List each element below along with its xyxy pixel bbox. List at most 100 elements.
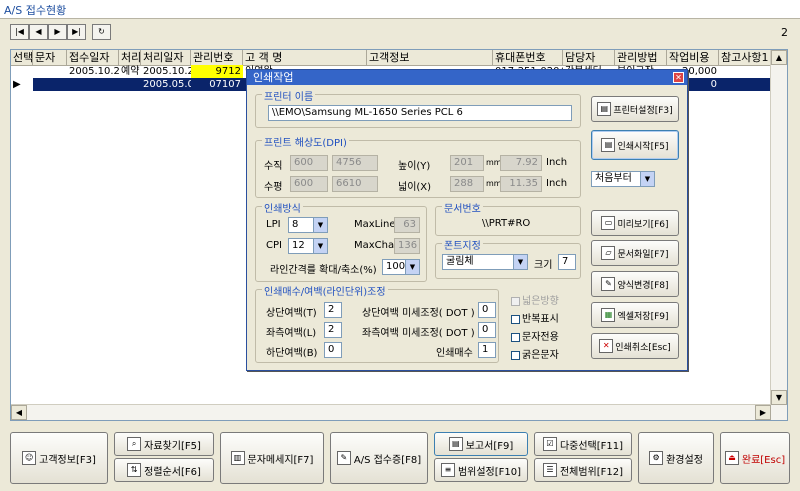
print-method-label: 인쇄방식 xyxy=(262,200,303,215)
full-range-button[interactable]: ☰ 전체범위[F12] xyxy=(534,458,632,482)
form-change-button[interactable]: ✎ 양식변경[F8] xyxy=(591,271,679,297)
line-spacing-select[interactable]: 100 ▼ xyxy=(382,259,420,275)
column-header[interactable]: 고객정보 xyxy=(367,50,493,65)
printer-setup-button[interactable]: ▤ 프린터설정[F3] xyxy=(591,96,679,122)
preview-button[interactable]: ▭ 미리보기[F6] xyxy=(591,210,679,236)
left-margin-label: 좌측여백(L) xyxy=(266,328,317,339)
column-header[interactable]: 처리일자 xyxy=(141,50,191,65)
gear-icon: ⚙ xyxy=(649,451,664,465)
printer-name-field[interactable]: \\EMO\Samsung ML-1650 Series PCL 6 xyxy=(268,105,572,121)
print-cancel-label: 인쇄취소[Esc] xyxy=(615,342,671,353)
printer-icon: ▤ xyxy=(601,138,616,152)
scroll-down-icon[interactable]: ▼ xyxy=(771,390,787,405)
excel-save-button[interactable]: ▦ 엑셀저장[F9] xyxy=(591,302,679,328)
top-fine-field[interactable]: 0 xyxy=(478,302,496,318)
bold-text-checkbox[interactable]: 굵은문자 xyxy=(511,346,559,361)
range-icon: ≡ xyxy=(440,463,455,477)
column-header[interactable]: 처리 xyxy=(119,50,141,65)
sms-message-button[interactable]: ▥ 문자메세지[F7] xyxy=(220,432,324,484)
customer-info-button[interactable]: ☺ 고객정보[F3] xyxy=(10,432,108,484)
last-record-button[interactable]: ▶| xyxy=(67,24,86,40)
cell-manage-no: 07107 xyxy=(209,79,241,90)
print-method-group: 인쇄방식 LPI 8 ▼ MaxLine 63 CPI 12 ▼ MaxChar 1… xyxy=(255,200,427,282)
row-pointer-icon: ▶ xyxy=(11,78,33,91)
lpi-select[interactable]: 8 ▼ xyxy=(288,217,328,233)
sort-order-button[interactable]: ⇅ 정렬순서[F6] xyxy=(114,458,214,482)
print-start-label: 인쇄시작[F5] xyxy=(617,141,669,152)
find-data-button[interactable]: ⌕ 자료찾기[F5] xyxy=(114,432,214,456)
refresh-button[interactable]: ↻ xyxy=(92,24,111,40)
text-only-checkbox[interactable]: 문자전용 xyxy=(511,328,559,343)
height-mm-field: 201 xyxy=(450,155,484,171)
horizontal-units-field: 6610 xyxy=(332,176,378,192)
repeat-display-checkbox[interactable]: 반복표시 xyxy=(511,310,559,325)
maxline-label: MaxLine xyxy=(354,219,396,230)
done-label: 완료[Esc] xyxy=(741,454,786,466)
multi-select-button[interactable]: ☑ 다중선택[F11] xyxy=(534,432,632,456)
excel-save-label: 엑셀저장[F9] xyxy=(617,311,669,322)
first-record-button[interactable]: |◀ xyxy=(10,24,29,40)
horizontal-scrollbar[interactable]: ◀ ▶ xyxy=(11,404,771,420)
column-header[interactable]: 참고사항1 xyxy=(719,50,771,65)
chevron-down-icon: ▼ xyxy=(405,260,419,274)
printer-icon: ▤ xyxy=(597,102,612,116)
env-setting-label: 환경설정 xyxy=(666,454,703,466)
doc-file-button[interactable]: ▱ 문서화일[F7] xyxy=(591,240,679,266)
lpi-value: 8 xyxy=(292,219,299,230)
font-select[interactable]: 굴림체 ▼ xyxy=(442,254,528,270)
column-header[interactable]: 관리방법 xyxy=(615,50,667,65)
scroll-right-icon[interactable]: ▶ xyxy=(755,405,771,420)
column-header[interactable]: 접수일자 xyxy=(67,50,119,65)
sms-message-label: 문자메세지[F7] xyxy=(247,454,314,466)
checkbox-box xyxy=(511,314,520,324)
column-header[interactable]: 문자 xyxy=(33,50,67,65)
full-range-label: 전체범위[F12] xyxy=(559,466,624,478)
column-header[interactable]: 담당자 xyxy=(563,50,615,65)
left-fine-field[interactable]: 0 xyxy=(478,322,496,338)
range-setting-button[interactable]: ≡ 범위설정[F10] xyxy=(434,458,528,482)
report-button[interactable]: ▤ 보고서[F9] xyxy=(434,432,528,456)
signal-icon: ▥ xyxy=(230,451,245,465)
text-only-label: 문자전용 xyxy=(522,332,559,343)
prev-record-button[interactable]: ◀ xyxy=(29,24,48,40)
cell-proc-date: 2005.05.09 xyxy=(143,79,191,90)
width-inch-field: 11.35 xyxy=(500,176,542,192)
line-spacing-label: 라인간격를 확대/축소(%) xyxy=(270,265,377,276)
print-cancel-button[interactable]: ✕ 인쇄취소[Esc] xyxy=(591,333,679,359)
left-fine-label: 좌측여백 미세조정( DOT ) xyxy=(362,328,475,339)
font-size-field[interactable]: 7 xyxy=(558,254,576,270)
chevron-down-icon: ▼ xyxy=(513,255,527,269)
sort-order-label: 정렬순서[F6] xyxy=(144,466,201,478)
dialog-title: 인쇄작업 xyxy=(247,70,687,85)
bottom-margin-label: 하단여백(B) xyxy=(266,348,318,359)
left-margin-field[interactable]: 2 xyxy=(324,322,342,338)
close-icon[interactable]: ✕ xyxy=(673,72,684,83)
next-record-button[interactable]: ▶ xyxy=(48,24,67,40)
window-title: A/S 접수현황 xyxy=(4,4,67,17)
column-header[interactable]: 선택 xyxy=(11,50,33,65)
column-header[interactable]: 작업비용 xyxy=(667,50,719,65)
vertical-scrollbar[interactable]: ▲ ▼ xyxy=(770,50,787,420)
scroll-left-icon[interactable]: ◀ xyxy=(11,405,27,420)
height-unit-inch: Inch xyxy=(546,157,568,168)
find-data-label: 자료찾기[F5] xyxy=(144,440,201,452)
as-receipt-button[interactable]: ✎ A/S 접수증[F8] xyxy=(330,432,428,484)
scroll-up-icon[interactable]: ▲ xyxy=(771,50,787,65)
cpi-select[interactable]: 12 ▼ xyxy=(288,238,328,254)
copies-field[interactable]: 1 xyxy=(478,342,496,358)
print-start-button[interactable]: ▤ 인쇄시작[F5] xyxy=(591,130,679,160)
dpi-group-label: 프린트 해상도(DPI) xyxy=(262,134,349,149)
column-header[interactable]: 관리번호 xyxy=(191,50,243,65)
top-margin-field[interactable]: 2 xyxy=(324,302,342,318)
bottom-toolbar: ☺ 고객정보[F3] ⌕ 자료찾기[F5] ⇅ 정렬순서[F6] ▥ 문자메세지[F7]… xyxy=(10,432,790,484)
column-header[interactable]: 휴대폰번호 xyxy=(493,50,563,65)
env-setting-button[interactable]: ⚙ 환경설정 xyxy=(638,432,714,484)
bottom-margin-field[interactable]: 0 xyxy=(324,342,342,358)
start-from-select[interactable]: 처음부터 ▼ xyxy=(591,171,655,187)
done-button[interactable]: ⏏ 완료[Esc] xyxy=(720,432,790,484)
margin-group-label: 인쇄매수/여백(라인단위)조정 xyxy=(262,283,388,298)
cell-proc-date: 2005.10.25 xyxy=(143,66,191,77)
copies-label: 인쇄매수 xyxy=(436,348,473,359)
width-label: 넓이(X) xyxy=(398,182,432,193)
column-header[interactable]: 고 객 명 xyxy=(243,50,367,65)
